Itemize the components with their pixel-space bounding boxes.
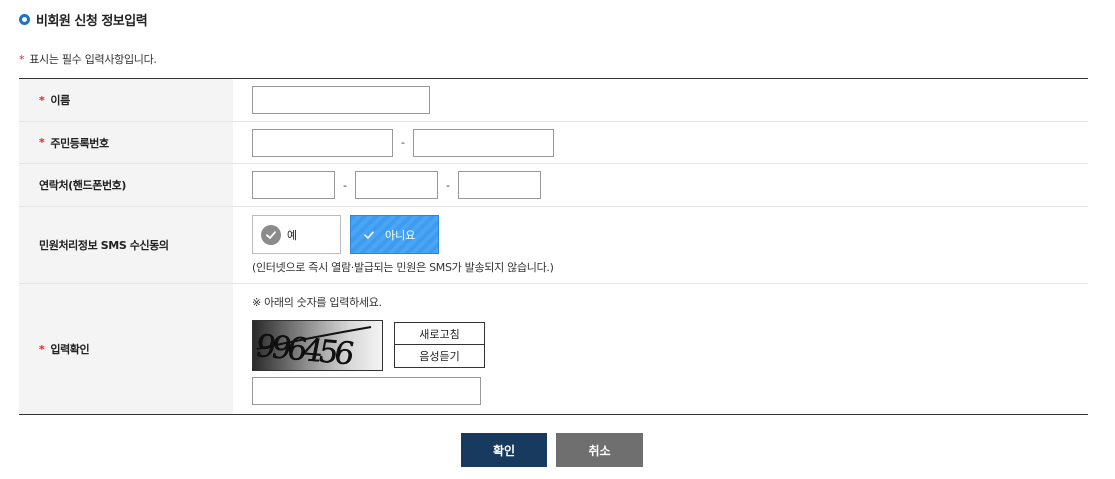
applicant-form-table: * 이름 * 주민등록번호 - 연락처(핸드폰번호) - - 민원처리정보 SM… <box>19 78 1088 415</box>
field-captcha-cell: ※ 아래의 숫자를 입력하세요. 996456 새로고침 음성듣기 <box>233 284 1088 414</box>
label-name: 이름 <box>50 94 70 107</box>
row-name: * 이름 <box>19 79 1088 122</box>
row-captcha: * 입력확인 ※ 아래의 숫자를 입력하세요. 996456 새로고침 음성듣기 <box>19 284 1088 414</box>
check-icon <box>359 225 379 245</box>
captcha-audio-button[interactable]: 음성듣기 <box>394 345 485 368</box>
field-rrn-cell: - <box>233 122 1088 163</box>
name-input[interactable] <box>252 86 430 114</box>
label-captcha: 입력확인 <box>50 343 90 356</box>
required-note: * 표시는 필수 입력사항입니다. <box>19 51 157 67</box>
cancel-button[interactable]: 취소 <box>556 433 643 467</box>
captcha-code-text: 996456 <box>253 328 356 371</box>
phone-part3-input[interactable] <box>457 171 541 199</box>
rrn-back-input[interactable] <box>412 128 554 157</box>
rrn-front-input[interactable] <box>252 128 393 157</box>
confirm-button[interactable]: 확인 <box>461 433 547 467</box>
sms-yes-option[interactable]: 예 <box>252 215 341 254</box>
rrn-dash: - <box>401 136 405 149</box>
captcha-image: 996456 <box>252 319 383 371</box>
label-name-cell: * 이름 <box>19 79 233 121</box>
ring-bullet-icon <box>19 13 30 25</box>
row-rrn: * 주민등록번호 - <box>19 122 1088 164</box>
required-star-icon: * <box>19 52 25 66</box>
phone-part1-input[interactable] <box>252 171 335 199</box>
sms-yes-label: 예 <box>287 228 298 242</box>
field-name-cell <box>233 79 1088 121</box>
label-rrn: 주민등록번호 <box>50 136 109 150</box>
phone-dash-2: - <box>445 178 450 192</box>
row-phone: 연락처(핸드폰번호) - - <box>19 164 1088 207</box>
label-sms-cell: 민원처리정보 SMS 수신동의 <box>19 207 233 283</box>
required-star-icon: * <box>39 136 45 149</box>
label-phone: 연락처(핸드폰번호) <box>39 179 127 192</box>
label-rrn-cell: * 주민등록번호 <box>19 122 233 163</box>
section-header: 비회원 신청 정보입력 <box>19 9 148 29</box>
sms-no-option[interactable]: 아니요 <box>350 215 439 254</box>
field-sms-cell: 예 아니요 (인터넷으로 즉시 열람·발급되는 민원은 SMS가 발송되지 않습… <box>233 207 1088 283</box>
label-phone-cell: 연락처(핸드폰번호) <box>19 164 233 206</box>
captcha-guide: ※ 아래의 숫자를 입력하세요. <box>252 295 382 309</box>
required-star-icon: * <box>39 342 45 356</box>
field-phone-cell: - - <box>233 164 1088 206</box>
section-title: 비회원 신청 정보입력 <box>36 13 148 29</box>
phone-dash-1: - <box>343 178 347 192</box>
captcha-buttons: 새로고침 음성듣기 <box>394 322 485 368</box>
required-note-text: 표시는 필수 입력사항입니다. <box>29 53 157 66</box>
required-star-icon: * <box>39 93 45 107</box>
captcha-input[interactable] <box>252 376 481 405</box>
label-captcha-cell: * 입력확인 <box>19 284 233 414</box>
phone-part2-input[interactable] <box>354 171 438 199</box>
check-icon <box>261 224 281 245</box>
sms-note: (인터넷으로 즉시 열람·발급되는 민원은 SMS가 발송되지 않습니다.) <box>252 261 554 274</box>
captcha-refresh-button[interactable]: 새로고침 <box>394 322 485 345</box>
form-actions: 확인 취소 <box>461 433 643 467</box>
row-sms-consent: 민원처리정보 SMS 수신동의 예 아니요 (인터넷으로 즉시 열람·발급되는 … <box>19 207 1088 284</box>
sms-no-label: 아니요 <box>385 228 416 242</box>
label-sms: 민원처리정보 SMS 수신동의 <box>39 239 169 252</box>
